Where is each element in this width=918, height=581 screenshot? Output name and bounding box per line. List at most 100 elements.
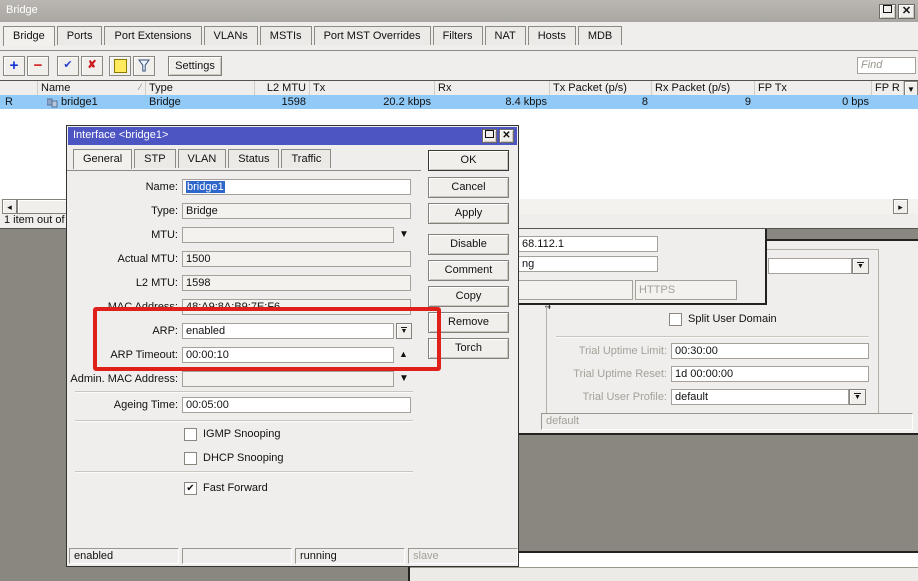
https-field[interactable]: HTTPS (635, 280, 737, 300)
fast-forward-label: Fast Forward (203, 482, 268, 494)
bridge-titlebar[interactable]: Bridge ✕ (0, 0, 918, 22)
tab-general[interactable]: General (73, 149, 132, 169)
header-rx[interactable]: Rx (435, 81, 550, 96)
split-user-domain-checkbox[interactable] (669, 313, 682, 326)
tab-vlan[interactable]: VLAN (178, 149, 227, 168)
dialog-status-running: running (295, 548, 405, 564)
close-button[interactable]: ✕ (898, 4, 915, 19)
scroll-left-icon: ◂ (7, 202, 12, 212)
disable-button[interactable]: Disable (428, 234, 509, 255)
header-type[interactable]: Type (146, 81, 255, 96)
divider (75, 420, 413, 422)
trial-uptime-reset-field[interactable]: 1d 00:00:00 (671, 366, 869, 382)
header-fp-rx[interactable]: FP R (872, 81, 904, 96)
admin-mac-dropdown-icon[interactable]: ▼ (399, 373, 409, 384)
mtu-dropdown-icon[interactable]: ▼ (399, 229, 409, 240)
name-label: Name: (67, 181, 178, 193)
settings-button[interactable]: Settings (168, 56, 222, 76)
tab-ports[interactable]: Ports (57, 26, 103, 45)
tab-traffic[interactable]: Traffic (281, 149, 331, 168)
selected-text: bridge1 (186, 181, 225, 193)
column-select-button[interactable]: ▼ (904, 81, 918, 96)
apply-button[interactable]: Apply (428, 203, 509, 224)
dialog-maximize-button[interactable] (482, 129, 497, 143)
trial-user-profile-dropdown-button[interactable]: ▼ (849, 389, 866, 405)
scroll-right-icon: ▸ (898, 202, 903, 212)
header-name[interactable]: Name ∕ (38, 81, 146, 96)
sort-icon: ∕ (139, 82, 141, 92)
admin-mac-field[interactable] (182, 371, 394, 387)
ageing-time-field[interactable]: 00:05:00 (182, 397, 411, 413)
header-flags[interactable] (0, 81, 38, 96)
comment-button[interactable]: Comment (428, 260, 509, 281)
tab-port-mst-overrides[interactable]: Port MST Overrides (314, 26, 431, 45)
disable-button[interactable]: ✘ (81, 56, 103, 76)
row-type: Bridge (149, 95, 254, 109)
tab-port-extensions[interactable]: Port Extensions (104, 26, 201, 45)
dropdown-icon: ▼ (907, 85, 915, 94)
table-row[interactable]: R bridge1 Bridge 1598 20.2 kbps 8.4 kbps… (0, 95, 918, 109)
igmp-snooping-checkbox[interactable] (184, 428, 197, 441)
tabstrip-line (67, 170, 421, 171)
enable-button[interactable]: ✔ (57, 56, 79, 76)
row-tx: 20.2 kbps (310, 95, 431, 109)
window-title: Bridge (6, 4, 38, 16)
divider (75, 471, 413, 473)
tab-status[interactable]: Status (228, 149, 279, 168)
bridge-status-text: 1 item out of (4, 214, 65, 226)
dialog-close-button[interactable]: ✕ (499, 129, 514, 143)
header-tx-packet[interactable]: Tx Packet (p/s) (550, 81, 652, 96)
tab-hosts[interactable]: Hosts (528, 26, 576, 45)
dropdown-icon: ▼ (854, 393, 861, 402)
dhcp-snooping-label: DHCP Snooping (203, 452, 284, 464)
header-fp-tx[interactable]: FP Tx (755, 81, 872, 96)
tab-mdb[interactable]: MDB (578, 26, 622, 45)
trial-user-profile-field[interactable]: default (671, 389, 849, 405)
maximize-button[interactable] (879, 4, 896, 19)
tab-bridge[interactable]: Bridge (3, 26, 55, 46)
ok-button[interactable]: OK (428, 150, 509, 171)
scroll-right-button[interactable]: ▸ (893, 199, 908, 214)
mtu-field[interactable] (182, 227, 394, 243)
dhcp-snooping-checkbox[interactable] (184, 452, 197, 465)
close-icon: ✕ (902, 5, 911, 17)
cross-icon: ✘ (87, 59, 96, 71)
filter-button[interactable] (133, 56, 155, 76)
split-user-domain-label: Split User Domain (688, 313, 777, 325)
tab-stp[interactable]: STP (134, 149, 175, 168)
mtu-label: MTU: (67, 229, 178, 241)
dialog-titlebar[interactable]: Interface <bridge1> ✕ (68, 127, 517, 145)
filter-icon (138, 59, 150, 72)
tab-filters[interactable]: Filters (433, 26, 483, 45)
row-name: bridge1 (61, 95, 145, 109)
trial-user-profile-label: Trial User Profile: (540, 391, 667, 403)
header-tx[interactable]: Tx (310, 81, 435, 96)
dialog-status-empty (182, 548, 292, 564)
scroll-left-button[interactable]: ◂ (2, 199, 17, 214)
trial-uptime-limit-field[interactable]: 00:30:00 (671, 343, 869, 359)
tab-nat[interactable]: NAT (485, 26, 526, 45)
header-l2mtu[interactable]: L2 MTU (255, 81, 310, 96)
row-fp-tx: 0 bps (755, 95, 869, 109)
add-button[interactable]: + (3, 56, 25, 76)
tab-mstis[interactable]: MSTIs (260, 26, 312, 45)
tab-vlans[interactable]: VLANs (204, 26, 258, 45)
type-field: Bridge (182, 203, 411, 219)
name-field[interactable]: bridge1 (182, 179, 411, 195)
interface-dialog: Interface <bridge1> ✕ GeneralSTPVLANStat… (66, 125, 519, 567)
find-input[interactable]: Find (857, 57, 916, 74)
row-rx: 8.4 kbps (435, 95, 547, 109)
header-rx-packet[interactable]: Rx Packet (p/s) (652, 81, 755, 96)
row-l2mtu: 1598 (255, 95, 306, 109)
igmp-snooping-label: IGMP Snooping (203, 428, 280, 440)
window-b-status-bar: default (541, 413, 913, 430)
remove-button[interactable]: − (27, 56, 49, 76)
note-icon (114, 59, 127, 73)
l2-mtu-label: L2 MTU: (67, 277, 178, 289)
copy-button[interactable]: Copy (428, 286, 509, 307)
cancel-button[interactable]: Cancel (428, 177, 509, 198)
divider (556, 336, 869, 338)
plus-icon: + (10, 57, 19, 74)
fast-forward-checkbox[interactable]: ✔ (184, 482, 197, 495)
comment-button[interactable] (109, 56, 131, 76)
